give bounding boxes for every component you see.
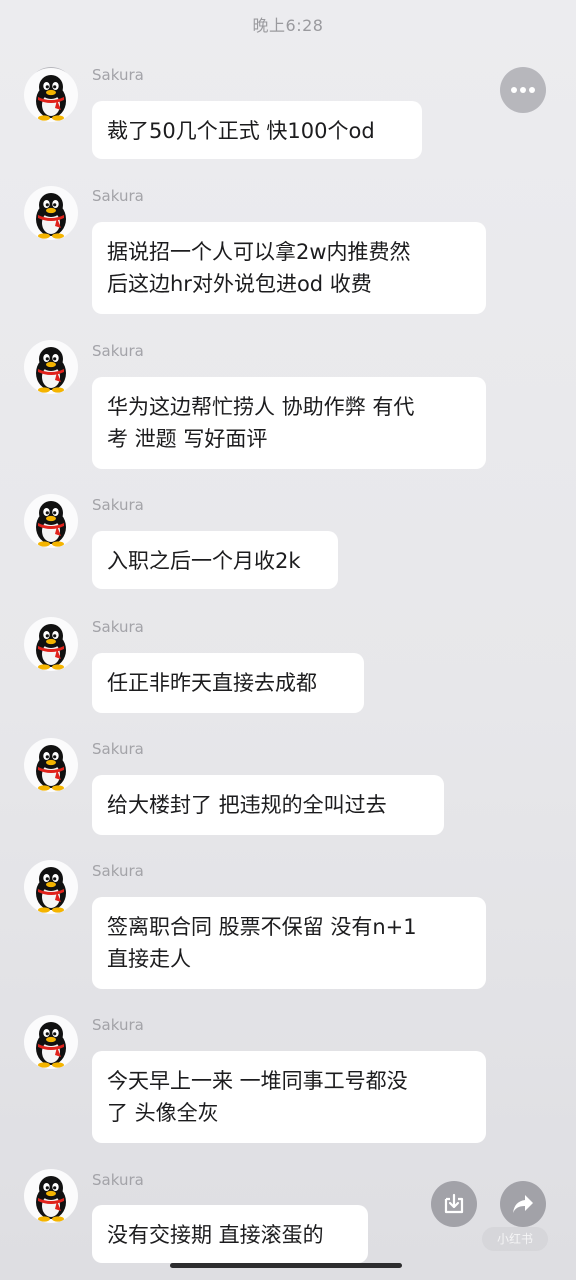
home-indicator[interactable] xyxy=(170,1263,402,1268)
sender-name: Sakura xyxy=(92,618,144,636)
share-icon xyxy=(513,1195,533,1213)
status-time: 晚上6:28 xyxy=(252,16,324,35)
sender-name: Sakura xyxy=(92,187,144,205)
avatar[interactable] xyxy=(24,186,78,240)
message-bubble[interactable]: 华为这边帮忙捞人 协助作弊 有代 考 泄题 写好面评 xyxy=(92,377,486,469)
more-icon xyxy=(511,87,535,93)
sender-name: Sakura xyxy=(92,342,144,360)
avatar[interactable] xyxy=(24,738,78,792)
penguin-avatar-icon xyxy=(36,867,66,913)
avatar[interactable] xyxy=(24,860,78,914)
message-bubble[interactable]: 入职之后一个月收2k xyxy=(92,531,338,589)
download-button[interactable] xyxy=(431,1181,477,1227)
penguin-avatar-icon xyxy=(36,193,66,239)
share-button[interactable] xyxy=(500,1181,546,1227)
avatar[interactable] xyxy=(24,340,78,394)
message-bubble[interactable]: 任正非昨天直接去成都 xyxy=(92,653,364,713)
message-bubble[interactable]: 据说招一个人可以拿2w内推费然 后这边hr对外说包进od 收费 xyxy=(92,222,486,314)
more-options-button[interactable] xyxy=(500,67,546,113)
penguin-avatar-icon xyxy=(36,1176,66,1222)
penguin-avatar-icon xyxy=(36,624,66,670)
penguin-avatar-icon xyxy=(36,501,66,547)
sender-name: Sakura xyxy=(92,496,144,514)
message-bubble[interactable]: 裁了50几个正式 快100个od xyxy=(92,101,422,159)
sender-name: Sakura xyxy=(92,1171,144,1189)
avatar[interactable] xyxy=(24,1169,78,1223)
avatar[interactable] xyxy=(24,68,78,122)
avatar[interactable] xyxy=(24,494,78,548)
penguin-avatar-icon xyxy=(36,745,66,791)
penguin-avatar-icon xyxy=(36,347,66,393)
message-bubble[interactable]: 没有交接期 直接滚蛋的 xyxy=(92,1205,368,1263)
sender-name: Sakura xyxy=(92,862,144,880)
penguin-avatar-icon xyxy=(36,1022,66,1068)
watermark: 小红书 xyxy=(482,1227,548,1251)
message-bubble[interactable]: 给大楼封了 把违规的全叫过去 xyxy=(92,775,444,835)
download-icon xyxy=(444,1193,464,1214)
avatar[interactable] xyxy=(24,1015,78,1069)
sender-name: Sakura xyxy=(92,1016,144,1034)
message-bubble[interactable]: 今天早上一来 一堆同事工号都没 了 头像全灰 xyxy=(92,1051,486,1143)
message-bubble[interactable]: 签离职合同 股票不保留 没有n+1 直接走人 xyxy=(92,897,486,989)
sender-name: Sakura xyxy=(92,66,144,84)
sender-name: Sakura xyxy=(92,740,144,758)
avatar[interactable] xyxy=(24,617,78,671)
penguin-avatar-icon xyxy=(36,75,66,121)
